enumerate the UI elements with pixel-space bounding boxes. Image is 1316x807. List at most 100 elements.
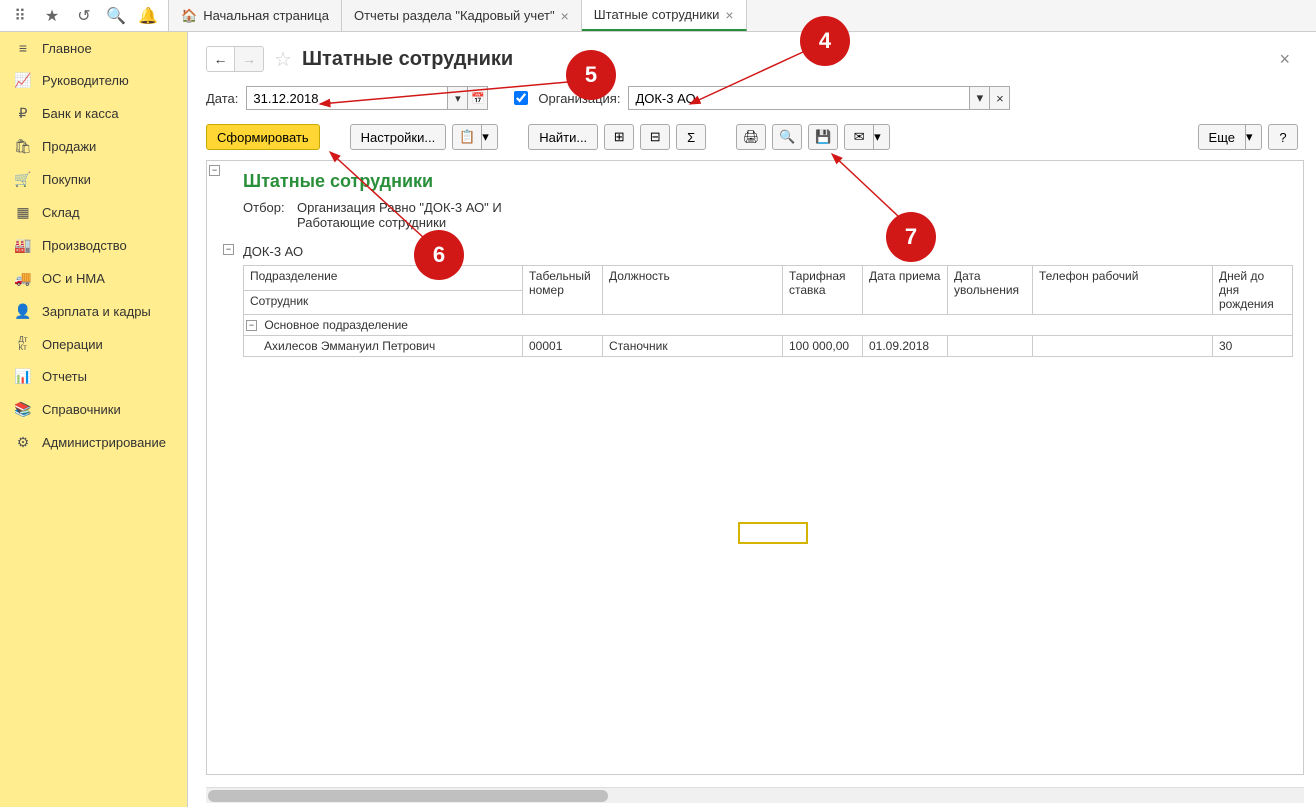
close-page-button[interactable]: × [1271,49,1298,70]
tab-label: Начальная страница [203,8,329,23]
ruble-icon: ₽ [14,105,32,122]
annotation-4: 4 [800,16,850,66]
star-icon[interactable]: ★ [36,0,68,32]
org-clear-button[interactable]: × [989,87,1009,109]
tab-home[interactable]: 🏠 Начальная страница [169,0,342,31]
sidebar-item-purchases[interactable]: 🛒Покупки [0,163,187,196]
truck-icon: 🚚 [14,270,32,287]
sum-button[interactable]: Σ [676,124,706,150]
sidebar-item-label: Банк и касса [42,106,119,121]
date-dropdown-button[interactable]: ▾ [447,87,467,109]
history-icon[interactable]: ↺ [68,0,100,32]
sidebar-item-admin[interactable]: ⚙ Администрирование [0,426,187,459]
sidebar-item-label: Главное [42,41,92,56]
sidebar: ≡Главное 📈Руководителю ₽ Банк и касса 🛍Пр… [0,32,188,807]
sidebar-item-hr[interactable]: 👤Зарплата и кадры [0,295,187,328]
more-split-button: Еще ▾ [1198,124,1262,150]
selected-cell-indicator [738,522,808,544]
header-fire-date: Дата увольнения [948,266,1033,315]
org-input[interactable] [629,87,969,109]
report-area[interactable]: − Штатные сотрудники Отбор: Организация … [206,160,1304,775]
sidebar-item-production[interactable]: 🏭Производство [0,229,187,262]
org-checkbox[interactable] [514,91,528,105]
sidebar-item-sales[interactable]: 🛍Продажи [0,130,187,163]
report-org: ДОК-3 АО [243,244,1293,259]
more-dropdown[interactable]: ▾ [1246,124,1262,150]
paste-button[interactable]: 📋 [452,124,482,150]
sidebar-item-label: Справочники [42,402,121,417]
paste-split-button: 📋 ▾ [452,124,498,150]
gear-icon: ⚙ [14,434,32,451]
sidebar-item-main[interactable]: ≡Главное [0,32,187,64]
annotation-7: 7 [886,212,936,262]
generate-button[interactable]: Сформировать [206,124,320,150]
find-button[interactable]: Найти... [528,124,598,150]
sidebar-item-reports[interactable]: 📊 Отчеты [0,360,187,393]
action-toolbar: Сформировать Настройки... 📋 ▾ Найти... ⊞… [188,120,1316,160]
more-button[interactable]: Еще [1198,124,1246,150]
collapse-toggle[interactable]: − [246,320,257,331]
page-header: ← → ☆ Штатные сотрудники × [188,32,1316,82]
close-icon[interactable]: × [561,8,569,24]
bars-icon: 📊 [14,368,32,385]
date-input-group: ▾ 📅 [246,86,488,110]
dtkt-icon: ДтКт [14,336,32,352]
horizontal-scrollbar[interactable] [206,787,1304,803]
cell-days-bday: 30 [1213,336,1293,357]
sidebar-item-label: Администрирование [42,435,166,450]
header-tab-number: Табельный номер [523,266,603,315]
calendar-button[interactable]: 📅 [467,87,487,109]
header-rate: Тарифная ставка [783,266,863,315]
grid-icon: ▦ [14,204,32,221]
cell-rate: 100 000,00 [783,336,863,357]
back-button[interactable]: ← [207,47,235,71]
filter-row: Дата: ▾ 📅 Организация: ▾ × [188,82,1316,120]
sidebar-item-bank[interactable]: ₽ Банк и касса [0,97,187,130]
page-title: Штатные сотрудники [302,48,513,71]
sidebar-item-label: ОС и НМА [42,271,105,286]
tab-label: Отчеты раздела "Кадровый учет" [354,8,555,23]
table-row-department: − Основное подразделение [244,315,1293,336]
search-icon[interactable]: 🔍 [100,0,132,32]
report-title: Штатные сотрудники [243,171,1293,192]
org-dropdown-button[interactable]: ▾ [969,87,989,109]
collapse-toggle[interactable]: − [209,165,220,176]
date-input[interactable] [247,87,447,109]
save-button[interactable]: 💾 [808,124,838,150]
scrollbar-thumb[interactable] [208,790,608,802]
help-button[interactable]: ? [1268,124,1298,150]
sidebar-item-catalogs[interactable]: 📚 Справочники [0,393,187,426]
bell-icon[interactable]: 🔔 [132,0,164,32]
collapse-toggle[interactable]: − [223,244,234,255]
sidebar-item-operations[interactable]: ДтКтОперации [0,328,187,360]
settings-button[interactable]: Настройки... [350,124,447,150]
tab-label: Штатные сотрудники [594,7,720,22]
collapse-button[interactable]: ⊟ [640,124,670,150]
cell-fire-date [948,336,1033,357]
sidebar-item-manager[interactable]: 📈Руководителю [0,64,187,97]
paste-dropdown[interactable]: ▾ [482,124,498,150]
preview-button[interactable]: 🔍 [772,124,802,150]
report-table: Подразделение Табельный номер Должность … [243,265,1293,357]
filter-text: Организация Равно "ДОК-3 АО" И Работающи… [297,200,502,230]
books-icon: 📚 [14,401,32,418]
favorite-star-icon[interactable]: ☆ [274,47,292,72]
sidebar-item-label: Зарплата и кадры [42,304,151,319]
expand-button[interactable]: ⊞ [604,124,634,150]
sidebar-item-label: Отчеты [42,369,87,384]
email-split-button: ✉ ▾ [844,124,890,150]
tab-reports[interactable]: Отчеты раздела "Кадровый учет" × [342,0,582,31]
apps-icon[interactable]: ⠿ [4,0,36,32]
tab-staff-employees[interactable]: Штатные сотрудники × [582,0,747,31]
print-button[interactable]: 🖨 [736,124,766,150]
table-row[interactable]: Ахилесов Эммануил Петрович 00001 Станочн… [244,336,1293,357]
email-dropdown[interactable]: ▾ [874,124,890,150]
close-icon[interactable]: × [725,7,733,23]
header-work-phone: Телефон рабочий [1033,266,1213,315]
cart-icon: 🛒 [14,171,32,188]
sidebar-item-warehouse[interactable]: ▦Склад [0,196,187,229]
email-button[interactable]: ✉ [844,124,874,150]
cell-hire-date: 01.09.2018 [863,336,948,357]
factory-icon: 🏭 [14,237,32,254]
sidebar-item-assets[interactable]: 🚚 ОС и НМА [0,262,187,295]
